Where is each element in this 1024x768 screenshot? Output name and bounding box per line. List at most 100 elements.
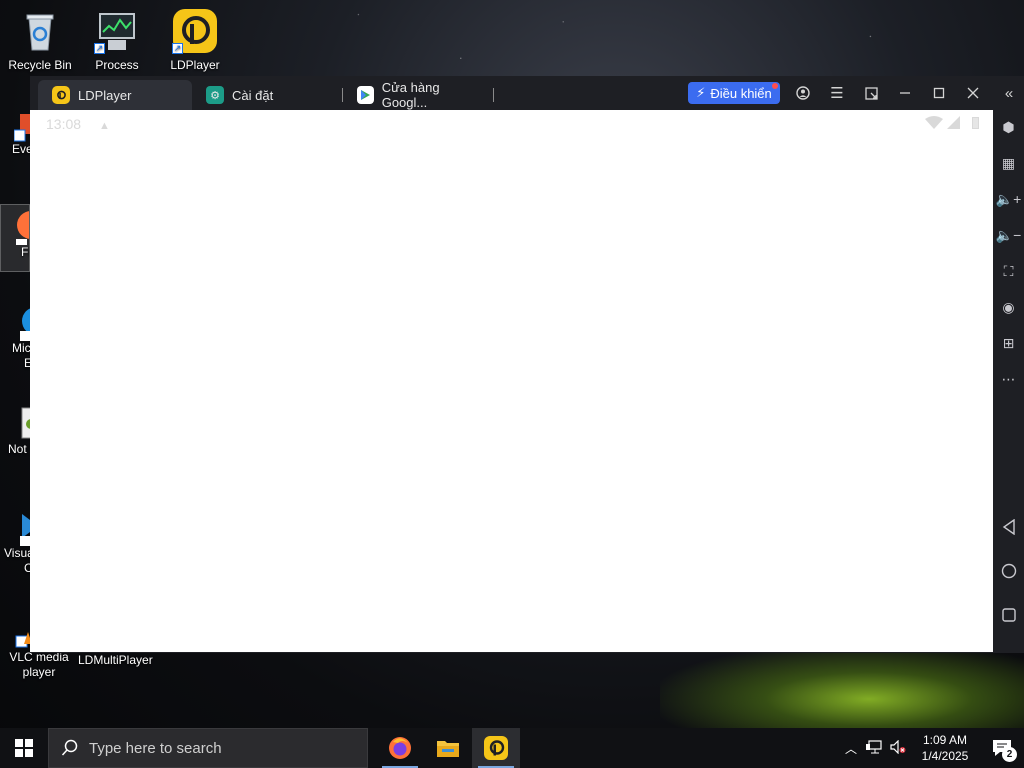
taskbar-file-explorer[interactable] (424, 728, 472, 768)
volume-up-icon: 🔈+ (995, 190, 1022, 207)
desktop-icon-firefox[interactable]: Fi (0, 204, 30, 272)
keyboard-button[interactable]: ▦ (993, 151, 1024, 175)
fullscreen-icon: ⛶ (1003, 262, 1014, 279)
file-explorer-icon (437, 741, 459, 757)
close-icon (967, 87, 979, 99)
taskbar-search-box[interactable]: Type here to search (48, 728, 368, 768)
more-icon: ⋯ (1001, 370, 1016, 387)
minimize-button[interactable] (894, 82, 916, 104)
network-icon (866, 739, 882, 753)
tab-play-store[interactable]: Cửa hàng Googl... (343, 80, 493, 110)
menu-button[interactable]: ☰ (826, 82, 848, 104)
desktop-icon-label: Process (95, 58, 139, 72)
network-button[interactable] (862, 739, 886, 757)
fullscreen-button[interactable]: ⛶ (993, 259, 1024, 283)
gamepad-button[interactable]: ⬢ (993, 115, 1024, 139)
wifi-icon (925, 116, 943, 132)
maximize-button[interactable] (928, 82, 950, 104)
lightning-icon: ⚡ (696, 85, 706, 100)
system-tray: ︿ 1:09 AM 1/4/2025 2 (840, 728, 1024, 768)
android-status-icons (925, 116, 979, 132)
notification-count-badge: 2 (1002, 747, 1017, 762)
more-button[interactable]: ⋯ (993, 367, 1024, 391)
double-chevron-left-icon: « (1004, 84, 1014, 102)
notification-dot (772, 83, 778, 89)
tab-settings[interactable]: ⚙ Cài đặt (192, 80, 342, 110)
windows-logo-icon (15, 739, 33, 757)
desktop-icon-process[interactable]: ↗ Process (77, 8, 157, 72)
back-icon (1002, 519, 1015, 535)
start-button[interactable] (0, 728, 48, 768)
volume-button[interactable] (886, 739, 910, 757)
notification-warning-icon: ▲ (98, 120, 110, 132)
desktop-icon-ldplayer[interactable]: ↗ LDPlayer (155, 8, 235, 72)
home-icon (1001, 563, 1016, 579)
tab-ldplayer[interactable]: LDPlayer (38, 80, 192, 110)
add-folder-icon: ⊞ (1002, 334, 1015, 351)
android-screen[interactable]: 13:08 ▲ (30, 110, 993, 652)
keyboard-icon: ▦ (1001, 154, 1016, 171)
status-time: 13:08 (46, 116, 82, 132)
ldplayer-window: LDPlayer ⚙ Cài đặt Cửa hàng Googl... ⚡ Đ… (30, 76, 1024, 653)
android-recents-button[interactable] (993, 603, 1024, 627)
notification-center-button[interactable]: 2 (980, 739, 1024, 762)
recents-icon (1001, 608, 1016, 622)
collapse-sidebar-button[interactable]: « (998, 82, 1020, 104)
settings-gear-icon: ⚙ (206, 86, 224, 104)
firefox-icon (13, 205, 29, 250)
search-icon (61, 739, 78, 756)
recycle-bin-icon (17, 8, 63, 54)
windows-taskbar: Type here to search ︿ 1:09 AM 1/4/2025 2 (0, 728, 1024, 768)
hamburger-icon: ☰ (830, 85, 844, 102)
volume-down-button[interactable]: 🔈− (993, 223, 1024, 247)
gamepad-icon: ⬢ (1002, 118, 1015, 135)
android-back-button[interactable] (993, 515, 1024, 539)
android-status-time: 13:08 ▲ (46, 116, 110, 132)
dieu-khien-label: Điều khiển (710, 85, 772, 101)
resize-button[interactable] (860, 82, 882, 104)
desktop-icon-label: Fi (21, 245, 30, 259)
play-store-icon (357, 86, 374, 104)
desktop-icon-label: Recycle Bin (8, 58, 72, 72)
ldplayer-sidebar: ⬢ ▦ 🔈+ 🔈− ⛶ ◉ ⊞ ⋯ (993, 110, 1024, 652)
tab-label: LDPlayer (78, 87, 132, 103)
desktop-icon-label: LDPlayer (170, 58, 220, 72)
close-button[interactable] (962, 82, 984, 104)
tab-label: Cửa hàng Googl... (381, 80, 440, 110)
tab-label: Cài đặt (232, 87, 274, 103)
add-folder-button[interactable]: ⊞ (993, 331, 1024, 355)
search-placeholder: Type here to search (89, 739, 222, 757)
chevron-up-icon: ︿ (844, 741, 857, 756)
volume-muted-icon (890, 739, 906, 754)
signal-icon (947, 116, 960, 132)
window-titlebar[interactable]: LDPlayer ⚙ Cài đặt Cửa hàng Googl... ⚡ Đ… (30, 76, 1024, 110)
ldplayer-icon (484, 736, 508, 760)
ldplayer-icon: ↗ (172, 8, 218, 54)
desktop-icon-label-2: player (22, 665, 56, 679)
dieu-khien-button[interactable]: ⚡ Điều khiển (688, 82, 780, 104)
desktop-icon-ldmultiplayer[interactable]: LDMultiPlayer (78, 653, 153, 667)
process-monitor-icon: ↗ (94, 8, 140, 54)
minimize-icon (900, 92, 910, 94)
account-button[interactable] (792, 82, 814, 104)
taskbar-clock[interactable]: 1:09 AM 1/4/2025 (910, 732, 980, 764)
wallpaper-tent-glow (660, 645, 1024, 735)
firefox-icon (389, 737, 411, 759)
resize-icon (864, 86, 878, 100)
shortcut-arrow-icon: ↗ (94, 43, 105, 54)
android-home-button[interactable] (993, 559, 1024, 583)
desktop-icon-label: LDMultiPlayer (78, 653, 153, 667)
tab-separator (493, 88, 494, 102)
volume-up-button[interactable]: 🔈+ (993, 187, 1024, 211)
account-icon (796, 86, 810, 100)
battery-icon (972, 116, 979, 132)
volume-down-icon: 🔈− (995, 226, 1022, 243)
taskbar-firefox[interactable] (376, 728, 424, 768)
desktop-icon-recycle-bin[interactable]: Recycle Bin (0, 8, 80, 72)
maximize-icon (933, 87, 945, 99)
tray-expand-button[interactable]: ︿ (840, 740, 862, 757)
taskbar-ldplayer[interactable] (472, 728, 520, 768)
shortcut-arrow-icon: ↗ (172, 43, 183, 54)
ldplayer-icon (52, 86, 70, 104)
apk-install-button[interactable]: ◉ (993, 295, 1024, 319)
